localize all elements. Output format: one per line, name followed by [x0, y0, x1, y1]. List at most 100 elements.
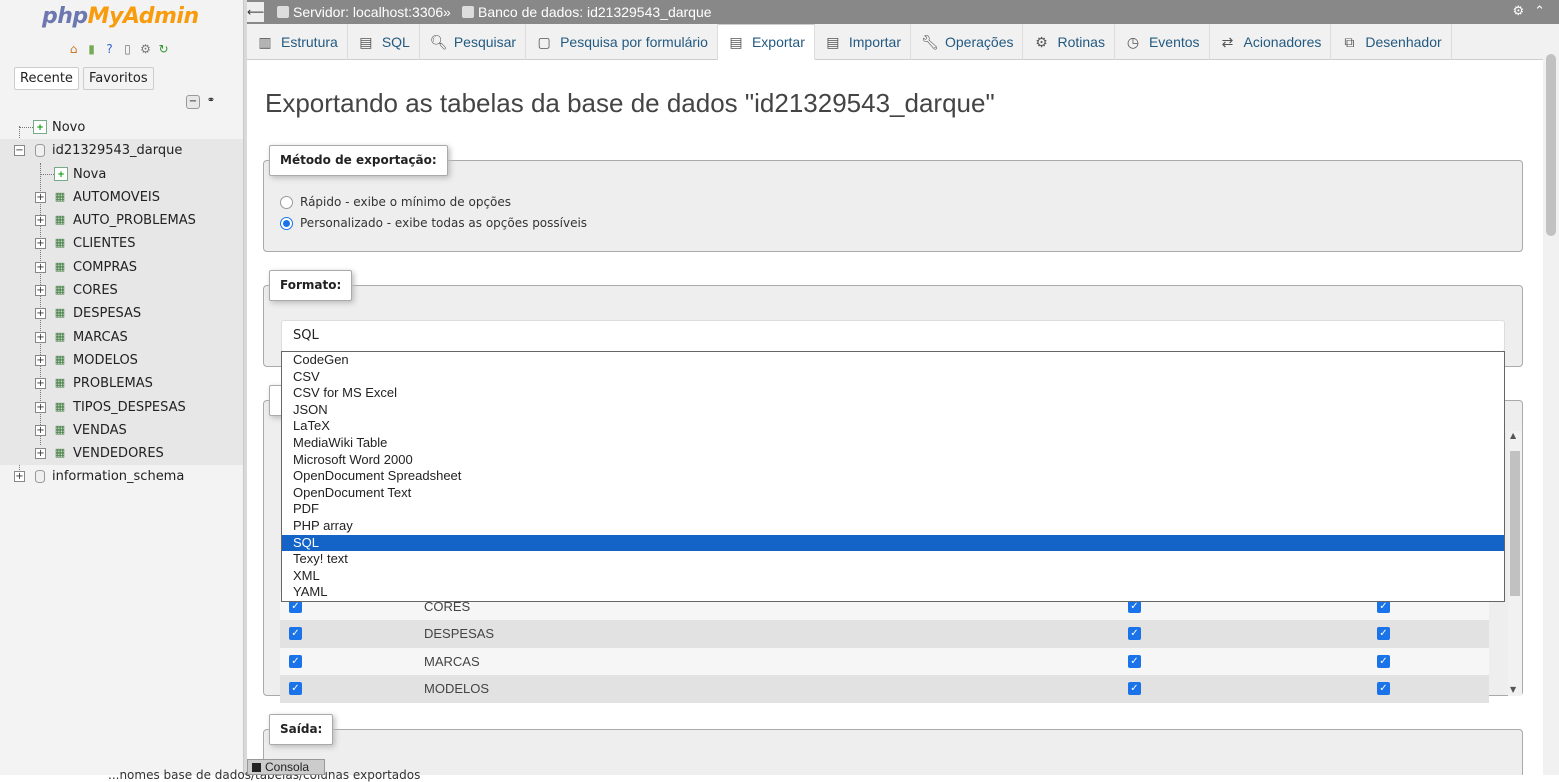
breadcrumb-server[interactable]: Servidor: localhost:3306	[277, 0, 443, 24]
tab-opera-es[interactable]: 🔧︎ Operações	[911, 24, 1024, 60]
structure-checkbox[interactable]: ✓	[1128, 655, 1141, 668]
expand-icon[interactable]: +	[35, 331, 46, 343]
scroll-up-icon[interactable]: ▲	[1510, 431, 1516, 440]
favorites-tab[interactable]: Favoritos	[82, 67, 154, 90]
format-option[interactable]: YAML	[282, 584, 1504, 601]
tree-item-table[interactable]: + ▦ CLIENTES	[0, 232, 243, 255]
expand-icon[interactable]: +	[35, 308, 46, 320]
radio-custom[interactable]: Personalizado - exibe todas as opções po…	[280, 216, 587, 230]
help-icon[interactable]: ?	[102, 42, 117, 57]
format-option[interactable]: OpenDocument Spreadsheet	[282, 468, 1504, 485]
format-option[interactable]: CSV for MS Excel	[282, 385, 1504, 402]
structure-checkbox[interactable]: ✓	[1128, 627, 1141, 640]
scroll-down-icon[interactable]: ▼	[1510, 685, 1516, 694]
breadcrumb-database[interactable]: Banco de dados: id21329543_darque	[462, 0, 712, 24]
console-label: Consola	[265, 760, 310, 774]
home-icon[interactable]: ⌂	[66, 42, 81, 57]
tree-item-new-db[interactable]: + Novo	[0, 116, 243, 139]
tab-eventos[interactable]: ◷ Eventos	[1115, 24, 1210, 60]
format-option[interactable]: Microsoft Word 2000	[282, 452, 1504, 469]
docs-icon[interactable]: ▯	[120, 42, 135, 57]
radio-quick-button[interactable]	[280, 195, 293, 209]
format-option[interactable]: LaTeX	[282, 418, 1504, 435]
tab-label: Estrutura	[281, 34, 338, 50]
select-table-checkbox[interactable]: ✓	[289, 627, 302, 640]
expand-icon[interactable]: +	[35, 285, 46, 297]
console-toggle[interactable]: Consola	[247, 759, 325, 775]
format-select[interactable]: SQL	[281, 320, 1505, 352]
expand-icon[interactable]: +	[35, 424, 46, 436]
tree-item-table[interactable]: + ▦ CORES	[0, 279, 243, 302]
radio-quick[interactable]: Rápido - exibe o mínimo de opções	[280, 195, 511, 209]
tree-item-database[interactable]: − id21329543_darque	[0, 139, 243, 163]
tree-item-table[interactable]: + ▦ VENDAS	[0, 419, 243, 442]
table-icon: ▦	[54, 446, 66, 460]
tab-estrutura[interactable]: ▥ Estrutura	[247, 24, 348, 60]
select-table-checkbox[interactable]: ✓	[289, 655, 302, 668]
tree-item-table[interactable]: + ▦ MODELOS	[0, 349, 243, 372]
database-icon	[462, 6, 474, 18]
tab-desenhador[interactable]: ⧉ Desenhador	[1331, 24, 1452, 60]
tab-rotinas[interactable]: ⚙ Rotinas	[1023, 24, 1115, 60]
reload-icon[interactable]: ↻	[156, 42, 171, 57]
phpmyadmin-logo[interactable]: phpMyAdmin	[42, 4, 199, 29]
page-scroll-thumb[interactable]	[1546, 54, 1556, 236]
format-option[interactable]: SQL	[282, 534, 1504, 552]
expand-icon[interactable]: +	[35, 448, 46, 460]
tree-item-new-table[interactable]: + Nova	[0, 163, 243, 186]
expand-icon[interactable]: +	[35, 378, 46, 390]
tree-item-table[interactable]: + ▦ AUTOMOVEIS	[0, 186, 243, 209]
data-checkbox[interactable]: ✓	[1377, 682, 1390, 695]
recent-tab[interactable]: Recente	[14, 67, 79, 90]
expand-icon[interactable]: +	[35, 401, 46, 413]
expand-icon[interactable]: +	[35, 261, 46, 273]
format-option[interactable]: JSON	[282, 402, 1504, 419]
tab-importar[interactable]: ▤ Importar	[815, 24, 911, 60]
format-option[interactable]: XML	[282, 568, 1504, 585]
tree-item-table[interactable]: + ▦ AUTO_PROBLEMAS	[0, 209, 243, 232]
tab-pesquisar[interactable]: 🔍︎ Pesquisar	[420, 24, 527, 60]
tab-pesquisa-por-formul-rio[interactable]: ▢ Pesquisa por formulário	[526, 24, 718, 60]
collapse-top-icon[interactable]: ⌃	[1534, 0, 1545, 24]
select-table-checkbox[interactable]: ✓	[289, 682, 302, 695]
settings-icon[interactable]: ⚙	[138, 42, 153, 57]
expand-icon[interactable]: +	[35, 238, 46, 250]
expand-icon[interactable]: +	[35, 354, 46, 366]
table-row: ✓ MARCAS ✓ ✓	[280, 648, 1489, 676]
tree-item-label: AUTO_PROBLEMAS	[73, 213, 196, 229]
tree-item-table[interactable]: + ▦ TIPOS_DESPESAS	[0, 396, 243, 419]
tree-item-table[interactable]: + ▦ MARCAS	[0, 326, 243, 349]
data-checkbox[interactable]: ✓	[1377, 655, 1390, 668]
settings-icon[interactable]: ⚙	[1512, 0, 1524, 24]
expand-icon[interactable]: +	[35, 191, 46, 203]
format-option[interactable]: PHP array	[282, 518, 1504, 535]
tab-exportar[interactable]: ▤ Exportar	[717, 24, 815, 60]
tables-scrollbar[interactable]: ▲ ▼	[1508, 431, 1522, 696]
tables-scroll-thumb[interactable]	[1510, 451, 1520, 596]
tab-sql[interactable]: ▤ SQL	[348, 24, 420, 60]
link-icon[interactable]: ⚭	[204, 95, 218, 109]
tree-item-table[interactable]: + ▦ DESPESAS	[0, 302, 243, 325]
collapse-all-icon[interactable]: −	[186, 95, 200, 109]
format-option[interactable]: MediaWiki Table	[282, 435, 1504, 452]
format-option[interactable]: CSV	[282, 369, 1504, 386]
structure-checkbox[interactable]: ✓	[1128, 682, 1141, 695]
tree-item-table[interactable]: + ▦ PROBLEMAS	[0, 372, 243, 395]
page-scrollbar[interactable]	[1543, 24, 1559, 775]
tree-item-table[interactable]: + ▦ VENDEDORES	[0, 442, 243, 465]
tree-item-other-database[interactable]: + information_schema	[0, 465, 243, 488]
radio-custom-button[interactable]	[280, 216, 293, 230]
expand-icon[interactable]: +	[14, 471, 25, 483]
format-option[interactable]: PDF	[282, 501, 1504, 518]
expand-icon[interactable]: +	[35, 215, 46, 227]
tree-item-table[interactable]: + ▦ COMPRAS	[0, 256, 243, 279]
data-checkbox[interactable]: ✓	[1377, 627, 1390, 640]
table-icon: ▦	[54, 352, 66, 366]
format-option[interactable]: CodeGen	[282, 352, 1504, 369]
exit-icon[interactable]: ▮	[84, 42, 99, 57]
tab-acionadores[interactable]: ⇄ Acionadores	[1210, 24, 1332, 60]
collapse-icon[interactable]: −	[14, 145, 25, 157]
format-option[interactable]: Texy! text	[282, 551, 1504, 568]
collapse-nav-icon[interactable]: ⟵	[247, 2, 264, 22]
format-option[interactable]: OpenDocument Text	[282, 485, 1504, 502]
